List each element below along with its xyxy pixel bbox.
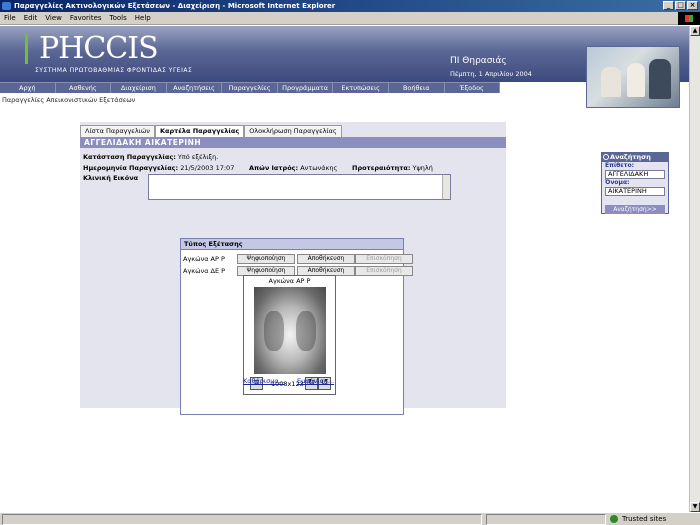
search-header: Αναζήτηση <box>602 153 668 162</box>
trusted-sites-zone: Trusted sites <box>610 513 666 525</box>
status-cell <box>486 514 606 525</box>
order-doctor: Απών Ιατρός: Αντωνάκης <box>249 164 337 172</box>
order-date-label: Ημερομηνία Παραγγελίας: <box>83 164 179 172</box>
nav-prints[interactable]: Εκτυπώσεις <box>333 83 389 93</box>
surname-input[interactable]: ΑΓΓΕΛΙΔΑΚΗ <box>605 170 665 179</box>
nav-exit[interactable]: Έξοδος <box>445 83 501 93</box>
menu-file[interactable]: File <box>4 14 16 22</box>
search-header-label: Αναζήτηση <box>610 153 651 161</box>
hospital-name: ΠΙ Θηρασιάς <box>450 56 507 66</box>
site-logo[interactable]: PHCCIS <box>25 31 159 66</box>
exam-type-header: Τύπος Εξέτασης <box>181 239 403 250</box>
textarea-scrollbar[interactable] <box>442 175 450 199</box>
order-date-value: 21/5/2003 17:07 <box>180 164 235 172</box>
clinical-label-text: Κλινική Εικόνα <box>83 174 139 182</box>
nav-orders[interactable]: Παραγγελίες <box>222 83 278 93</box>
tab-order-card[interactable]: Καρτέλα Παραγγελίας <box>154 125 245 137</box>
window-titlebar: Παραγγελίες Ακτινολογικών Εξετάσεων - Δι… <box>0 0 700 12</box>
order-doctor-label: Απών Ιατρός: <box>249 164 299 172</box>
menu-favorites[interactable]: Favorites <box>70 14 102 22</box>
scroll-down-icon[interactable]: ▼ <box>690 502 700 512</box>
preview-button[interactable]: Επισκόπηση <box>355 254 413 264</box>
header-date: Πέμπτη, 1 Απριλίου 2004 <box>450 70 532 78</box>
ie-icon <box>2 2 11 10</box>
preview-button[interactable]: Επισκόπηση <box>355 266 413 276</box>
tab-order-list[interactable]: Λίστα Παραγγελιών <box>80 125 155 137</box>
zone-label: Trusted sites <box>622 515 667 523</box>
save-button[interactable]: Αποθήκευση <box>297 254 355 264</box>
logo-subtitle: ΣΥΣΤΗΜΑ ΠΡΩΤΟΒΑΘΜΙΑΣ ΦΡΟΝΤΙΔΑΣ ΥΓΕΙΑΣ <box>35 67 193 74</box>
main-nav: Αρχή Ασθενής Διαχείριση Αναζητήσεις Παρα… <box>0 82 501 93</box>
order-tabs: Λίστα Παραγγελιών Καρτέλα Παραγγελίας Ολ… <box>80 125 342 137</box>
breadcrumb: Παραγγελίες Απεικονιστικών Εξετάσεων <box>2 96 136 104</box>
xray-image[interactable] <box>254 287 326 374</box>
exam-label: Αγκώνα ΑΡ Ρ <box>183 255 225 263</box>
digitize-button[interactable]: Ψηφιοποίηση <box>237 254 295 264</box>
security-zone-icon <box>610 515 618 523</box>
order-status: Κατάσταση Παραγγελίας: Υπό εξέλιξη. <box>83 153 218 161</box>
nav-management[interactable]: Διαχείριση <box>111 83 167 93</box>
surname-label: Επίθετο: <box>605 162 634 169</box>
order-priority: Προτεραιότητα: Υψηλή <box>352 164 433 172</box>
nav-help[interactable]: Βοήθεια <box>389 83 445 93</box>
search-button[interactable]: Αναζήτηση>> <box>605 205 665 214</box>
maximize-button[interactable]: □ <box>675 1 686 10</box>
logo-text: PHCCIS <box>39 31 159 66</box>
nav-programs[interactable]: Προγράμματα <box>278 83 334 93</box>
search-icon <box>603 154 609 160</box>
close-button[interactable]: × <box>687 1 698 10</box>
exam-row: Αγκώνα ΑΡ Ρ Ψηφιοποίηση Αποθήκευση Επισκ… <box>181 254 413 264</box>
name-input[interactable]: ΑΙΚΑΤΕΡΙΝΗ <box>605 187 665 196</box>
order-status-value: Υπό εξέλιξη. <box>177 153 219 161</box>
order-date: Ημερομηνία Παραγγελίας: 21/5/2003 17:07 <box>83 164 234 172</box>
page-viewport: PHCCIS ΣΥΣΤΗΜΑ ΠΡΩΤΟΒΑΘΜΙΑΣ ΦΡΟΝΤΙΔΑΣ ΥΓ… <box>0 26 689 512</box>
order-priority-value: Υψηλή <box>412 164 433 172</box>
patient-name: ΑΓΓΕΛΙΔΑΚΗ ΑΙΚΑΤΕΡΙΝΗ <box>80 137 506 148</box>
window-title: Παραγγελίες Ακτινολογικών Εξετάσεων - Δι… <box>14 2 336 10</box>
clinical-label: Κλινική Εικόνα <box>83 174 138 182</box>
order-priority-label: Προτεραιότητα: <box>352 164 411 172</box>
clinical-notes-textarea[interactable] <box>148 174 451 200</box>
menu-view[interactable]: View <box>45 14 62 22</box>
nav-patient[interactable]: Ασθενής <box>56 83 112 93</box>
order-status-label: Κατάσταση Παραγγελίας: <box>83 153 176 161</box>
name-label: Όνομα: <box>605 179 630 186</box>
scroll-up-icon[interactable]: ▲ <box>690 26 700 36</box>
order-doctor-value: Αντωνάκης <box>300 164 338 172</box>
menubar: File Edit View Favorites Tools Help <box>0 12 700 25</box>
exam-label: Αγκώνα ΔΕ Ρ <box>183 267 226 275</box>
tab-order-complete[interactable]: Ολοκλήρωση Παραγγελίας <box>244 125 342 137</box>
minimize-button[interactable]: _ <box>663 1 674 10</box>
clear-link[interactable]: Καθάρισμα... <box>243 377 285 385</box>
doctors-photo <box>586 46 680 108</box>
menu-help[interactable]: Help <box>135 14 151 22</box>
menu-tools[interactable]: Tools <box>110 14 127 22</box>
windows-logo-icon <box>678 12 700 25</box>
statusbar: Trusted sites <box>0 512 700 525</box>
nav-searches[interactable]: Αναζητήσεις <box>167 83 223 93</box>
search-sidebar: Αναζήτηση Επίθετο: ΑΓΓΕΛΙΔΑΚΗ Όνομα: ΑΙΚ… <box>601 152 669 214</box>
page-scrollbar[interactable]: ▲ ▼ <box>689 26 700 512</box>
caduceus-icon <box>25 34 37 64</box>
menu-edit[interactable]: Edit <box>24 14 38 22</box>
display-link[interactable]: Εμφάνιση... <box>297 377 334 385</box>
site-header: PHCCIS ΣΥΣΤΗΜΑ ΠΡΩΤΟΒΑΘΜΙΑΣ ΦΡΟΝΤΙΔΑΣ ΥΓ… <box>0 26 689 108</box>
viewer-title: Αγκώνα ΑΡ Ρ <box>268 277 311 285</box>
nav-home[interactable]: Αρχή <box>0 83 56 93</box>
status-cell <box>2 514 482 525</box>
